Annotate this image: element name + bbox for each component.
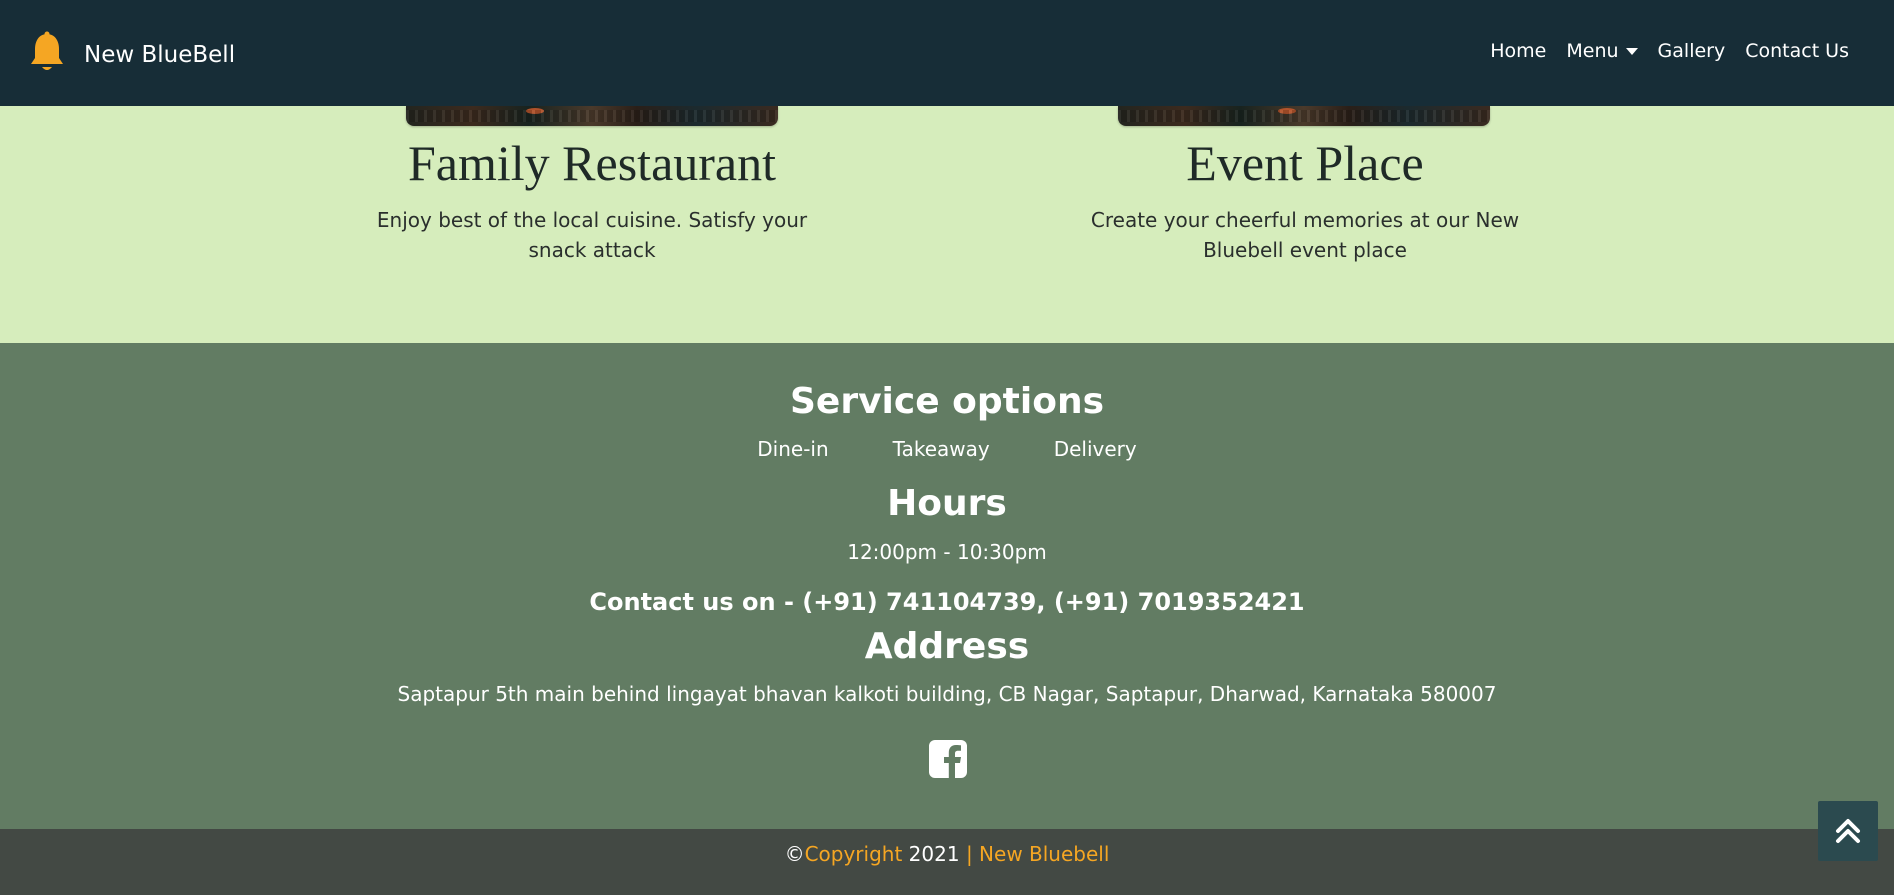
facebook-link[interactable] — [929, 740, 967, 778]
bell-icon — [31, 31, 63, 70]
address-heading: Address — [864, 626, 1030, 667]
copyright-symbol: © — [784, 842, 805, 866]
brand-link[interactable]: New BlueBell — [28, 31, 235, 75]
copyright-text: ©Copyright 2021 | New Bluebell — [0, 842, 1894, 866]
service-options-list: Dine-in Takeaway Delivery — [0, 437, 1894, 461]
top-navbar: New BlueBell Home Menu Gallery Contact U… — [0, 0, 1894, 106]
address-text: Saptapur 5th main behind lingayat bhavan… — [397, 682, 1497, 706]
service-option: Takeaway — [892, 437, 990, 461]
nav-contact-link[interactable]: Contact Us — [1745, 40, 1849, 62]
back-to-top-button[interactable] — [1818, 801, 1878, 861]
double-chevron-up-icon — [1836, 819, 1860, 843]
feature-description: Create your cheerful memories at our New… — [1090, 208, 1520, 262]
feature-title: Family Restaurant — [408, 135, 776, 191]
nav-home-link[interactable]: Home — [1490, 40, 1546, 62]
nav-links: Home Menu Gallery Contact Us — [1470, 40, 1849, 62]
nav-menu-dropdown[interactable]: Menu — [1566, 40, 1638, 62]
copyright-name[interactable]: New Bluebell — [979, 842, 1109, 866]
feature-title: Event Place — [1186, 135, 1424, 191]
brand-name: New BlueBell — [84, 42, 236, 68]
hours-text: 12:00pm - 10:30pm — [847, 540, 1047, 564]
service-options-heading: Service options — [789, 381, 1105, 422]
caret-down-icon — [1625, 47, 1638, 55]
features-section: Family Restaurant Enjoy best of the loca… — [0, 106, 1894, 343]
footer-info: Service options Dine-in Takeaway Deliver… — [0, 343, 1894, 829]
family-restaurant-image — [406, 106, 778, 126]
feature-description: Enjoy best of the local cuisine. Satisfy… — [376, 208, 808, 262]
service-option: Dine-in — [757, 437, 829, 461]
nav-menu-label: Menu — [1566, 40, 1619, 62]
copyright-year: 2021 — [902, 842, 966, 866]
hours-heading: Hours — [887, 483, 1007, 524]
copyright-separator: | — [965, 842, 980, 866]
contact-phone-line: Contact us on - (+91) 741104739, (+91) 7… — [589, 588, 1305, 616]
facebook-icon — [929, 740, 967, 778]
service-option: Delivery — [1053, 437, 1137, 461]
event-place-image — [1118, 106, 1490, 126]
copyright-bar: ©Copyright 2021 | New Bluebell — [0, 829, 1894, 895]
copyright-label: Copyright — [804, 842, 903, 866]
nav-gallery-link[interactable]: Gallery — [1658, 40, 1726, 62]
